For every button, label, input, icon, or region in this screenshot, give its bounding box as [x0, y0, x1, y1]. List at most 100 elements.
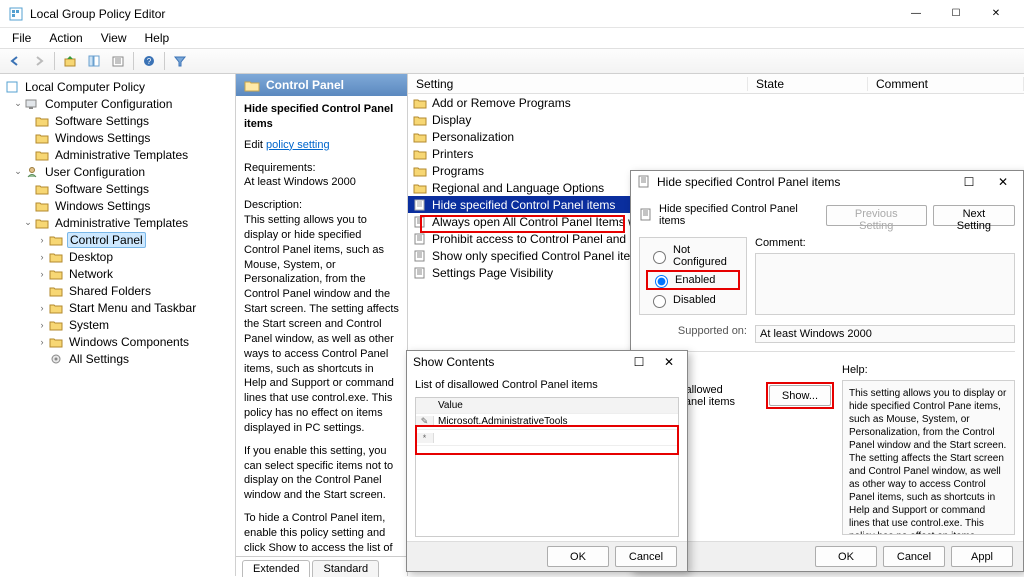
cancel-button[interactable]: Cancel: [615, 546, 677, 567]
chevron-right-icon[interactable]: ›: [36, 337, 48, 347]
tree-uc-admin[interactable]: ⌄Administrative Templates: [2, 214, 233, 231]
export-list-button[interactable]: [107, 51, 129, 71]
folder-icon: [48, 250, 64, 264]
policy-icon: [639, 208, 653, 222]
policy-dialog[interactable]: Hide specified Control Panel items ☐ ✕ H…: [630, 170, 1024, 572]
tree-desktop[interactable]: ›Desktop: [2, 248, 233, 265]
list-item[interactable]: Add or Remove Programs: [408, 94, 1024, 111]
help-header: Help:: [842, 364, 1015, 376]
description-pane: Hide specified Control Panel items Edit …: [236, 96, 407, 556]
radio-not-configured[interactable]: Not Configured: [648, 244, 738, 268]
settings-icon: [48, 352, 64, 366]
show-button[interactable]: Show...: [769, 385, 831, 406]
col-comment[interactable]: Comment: [868, 77, 1024, 91]
radio-disabled[interactable]: Disabled: [648, 292, 738, 308]
folder-icon: [34, 216, 50, 230]
grid-row-new[interactable]: *: [416, 430, 678, 446]
dialog-title: Show Contents: [413, 355, 494, 369]
up-button[interactable]: [59, 51, 81, 71]
folder-icon: [48, 301, 64, 315]
chevron-down-icon[interactable]: ⌄: [12, 166, 24, 177]
policy-icon: [412, 266, 428, 280]
tree-root[interactable]: Local Computer Policy: [2, 78, 233, 95]
show-contents-dialog[interactable]: Show Contents ☐ ✕ List of disallowed Con…: [406, 350, 688, 572]
breadcrumb: Control Panel: [236, 74, 407, 96]
back-button[interactable]: [4, 51, 26, 71]
apply-button[interactable]: Appl: [951, 546, 1013, 567]
tree-user-config[interactable]: ⌄User Configuration: [2, 163, 233, 180]
maximize-button[interactable]: ☐: [936, 2, 976, 26]
list-item[interactable]: Display: [408, 111, 1024, 128]
tab-extended[interactable]: Extended: [242, 560, 310, 577]
close-icon[interactable]: ✕: [657, 355, 681, 369]
forward-button[interactable]: [28, 51, 50, 71]
show-hide-tree-button[interactable]: [83, 51, 105, 71]
chevron-right-icon[interactable]: ›: [36, 235, 48, 245]
chevron-right-icon[interactable]: ›: [36, 252, 48, 262]
tree-all-settings[interactable]: All Settings: [2, 350, 233, 367]
ok-button[interactable]: OK: [815, 546, 877, 567]
tree-cc-software[interactable]: Software Settings: [2, 112, 233, 129]
folder-icon: [34, 199, 50, 213]
tree-network[interactable]: ›Network: [2, 265, 233, 282]
radio-enabled[interactable]: Enabled: [650, 272, 736, 288]
chevron-down-icon[interactable]: ⌄: [12, 98, 24, 109]
close-button[interactable]: ✕: [976, 2, 1016, 26]
state-radio-group: Not Configured Enabled Disabled: [639, 237, 747, 315]
tree-cc-admin[interactable]: Administrative Templates: [2, 146, 233, 163]
tree-cc-windows[interactable]: Windows Settings: [2, 129, 233, 146]
edit-policy-link[interactable]: policy setting: [266, 139, 330, 151]
folder-icon: [48, 284, 64, 298]
folder-icon: [34, 148, 50, 162]
maximize-icon[interactable]: ☐: [627, 355, 651, 369]
menu-view[interactable]: View: [93, 29, 135, 47]
menu-help[interactable]: Help: [137, 29, 178, 47]
tree-start-menu[interactable]: ›Start Menu and Taskbar: [2, 299, 233, 316]
value-grid[interactable]: Value ✎Microsoft.AdministrativeTools *: [415, 397, 679, 537]
list-item[interactable]: Personalization: [408, 128, 1024, 145]
nav-tree[interactable]: Local Computer Policy ⌄Computer Configur…: [0, 74, 236, 576]
tree-control-panel[interactable]: ›Control Panel: [2, 231, 233, 248]
toolbar: ?: [0, 48, 1024, 74]
col-value[interactable]: Value: [434, 400, 678, 411]
chevron-down-icon[interactable]: ⌄: [22, 217, 34, 228]
col-state[interactable]: State: [748, 77, 868, 91]
policy-icon: [412, 232, 428, 246]
close-icon[interactable]: ✕: [989, 175, 1017, 189]
policy-icon: [637, 175, 651, 189]
tab-standard[interactable]: Standard: [312, 560, 379, 577]
previous-setting-button[interactable]: Previous Setting: [826, 205, 927, 226]
policy-title: Hide specified Control Panel items: [244, 102, 399, 132]
maximize-icon[interactable]: ☐: [955, 175, 983, 189]
folder-icon: [48, 335, 64, 349]
menu-file[interactable]: File: [4, 29, 39, 47]
tree-computer-config[interactable]: ⌄Computer Configuration: [2, 95, 233, 112]
tree-win-components[interactable]: ›Windows Components: [2, 333, 233, 350]
chevron-right-icon[interactable]: ›: [36, 320, 48, 330]
policy-name: Hide specified Control Panel items: [659, 203, 820, 227]
folder-icon: [34, 182, 50, 196]
grid-row[interactable]: ✎Microsoft.AdministrativeTools: [416, 414, 678, 430]
tree-shared-folders[interactable]: Shared Folders: [2, 282, 233, 299]
svg-text:?: ?: [147, 57, 152, 66]
policy-icon: [412, 198, 428, 212]
help-button[interactable]: ?: [138, 51, 160, 71]
comment-field[interactable]: [755, 253, 1015, 315]
row-edit-icon: ✎: [416, 416, 434, 427]
folder-icon: [412, 181, 428, 195]
chevron-right-icon[interactable]: ›: [36, 269, 48, 279]
next-setting-button[interactable]: Next Setting: [933, 205, 1015, 226]
tree-system[interactable]: ›System: [2, 316, 233, 333]
supported-on-label: Supported on:: [639, 325, 747, 343]
cancel-button[interactable]: Cancel: [883, 546, 945, 567]
tree-uc-windows[interactable]: Windows Settings: [2, 197, 233, 214]
chevron-right-icon[interactable]: ›: [36, 303, 48, 313]
folder-icon: [34, 114, 50, 128]
minimize-button[interactable]: —: [896, 2, 936, 26]
col-setting[interactable]: Setting: [408, 77, 748, 91]
ok-button[interactable]: OK: [547, 546, 609, 567]
filter-button[interactable]: [169, 51, 191, 71]
menu-action[interactable]: Action: [41, 29, 90, 47]
tree-uc-software[interactable]: Software Settings: [2, 180, 233, 197]
list-item[interactable]: Printers: [408, 145, 1024, 162]
